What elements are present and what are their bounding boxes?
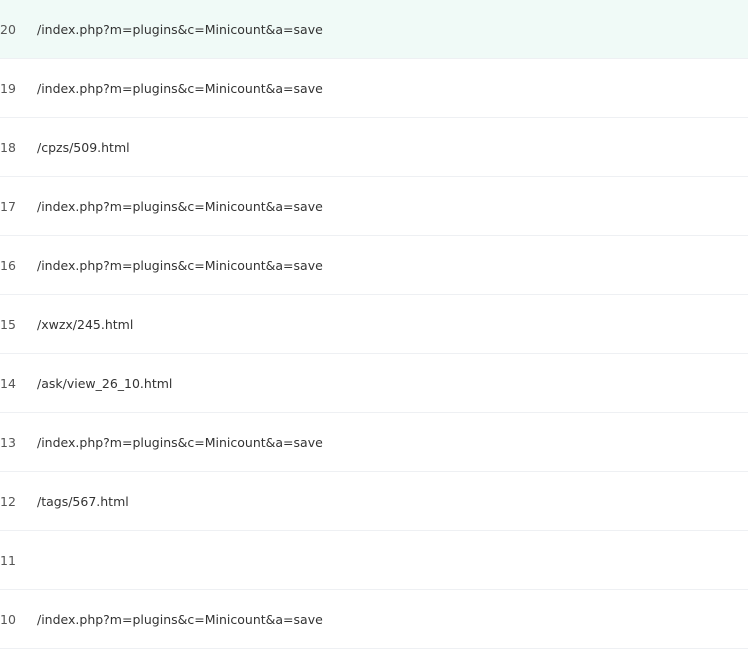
row-url: /index.php?m=plugins&c=Minicount&a=save: [37, 434, 323, 450]
table-row[interactable]: 16 /index.php?m=plugins&c=Minicount&a=sa…: [0, 236, 748, 295]
row-url: /xwzx/245.html: [37, 316, 134, 332]
row-url: /ask/view_26_10.html: [37, 375, 173, 391]
row-id: 12: [0, 493, 16, 509]
row-id: 16: [0, 257, 16, 273]
row-id: 20: [0, 21, 16, 37]
table-row[interactable]: 10 /index.php?m=plugins&c=Minicount&a=sa…: [0, 590, 748, 649]
row-id: 15: [0, 316, 16, 332]
table-row[interactable]: 15 /xwzx/245.html: [0, 295, 748, 354]
visit-log-table: 20 /index.php?m=plugins&c=Minicount&a=sa…: [0, 0, 748, 649]
row-url: /cpzs/509.html: [37, 139, 130, 155]
table-row[interactable]: 14 /ask/view_26_10.html: [0, 354, 748, 413]
row-url: /index.php?m=plugins&c=Minicount&a=save: [37, 611, 323, 627]
table-row[interactable]: 20 /index.php?m=plugins&c=Minicount&a=sa…: [0, 0, 748, 59]
row-id: 19: [0, 80, 16, 96]
row-url: /index.php?m=plugins&c=Minicount&a=save: [37, 198, 323, 214]
table-row[interactable]: 18 /cpzs/509.html: [0, 118, 748, 177]
row-id: 10: [0, 611, 16, 627]
row-id: 17: [0, 198, 16, 214]
table-row[interactable]: 11: [0, 531, 748, 590]
row-url: /index.php?m=plugins&c=Minicount&a=save: [37, 257, 323, 273]
row-url: /tags/567.html: [37, 493, 129, 509]
table-row[interactable]: 17 /index.php?m=plugins&c=Minicount&a=sa…: [0, 177, 748, 236]
table-row[interactable]: 19 /index.php?m=plugins&c=Minicount&a=sa…: [0, 59, 748, 118]
row-id: 14: [0, 375, 16, 391]
row-id: 13: [0, 434, 16, 450]
row-id: 18: [0, 139, 16, 155]
row-id: 11: [0, 552, 16, 568]
table-row[interactable]: 13 /index.php?m=plugins&c=Minicount&a=sa…: [0, 413, 748, 472]
table-row[interactable]: 12 /tags/567.html: [0, 472, 748, 531]
row-url: /index.php?m=plugins&c=Minicount&a=save: [37, 21, 323, 37]
row-url: /index.php?m=plugins&c=Minicount&a=save: [37, 80, 323, 96]
